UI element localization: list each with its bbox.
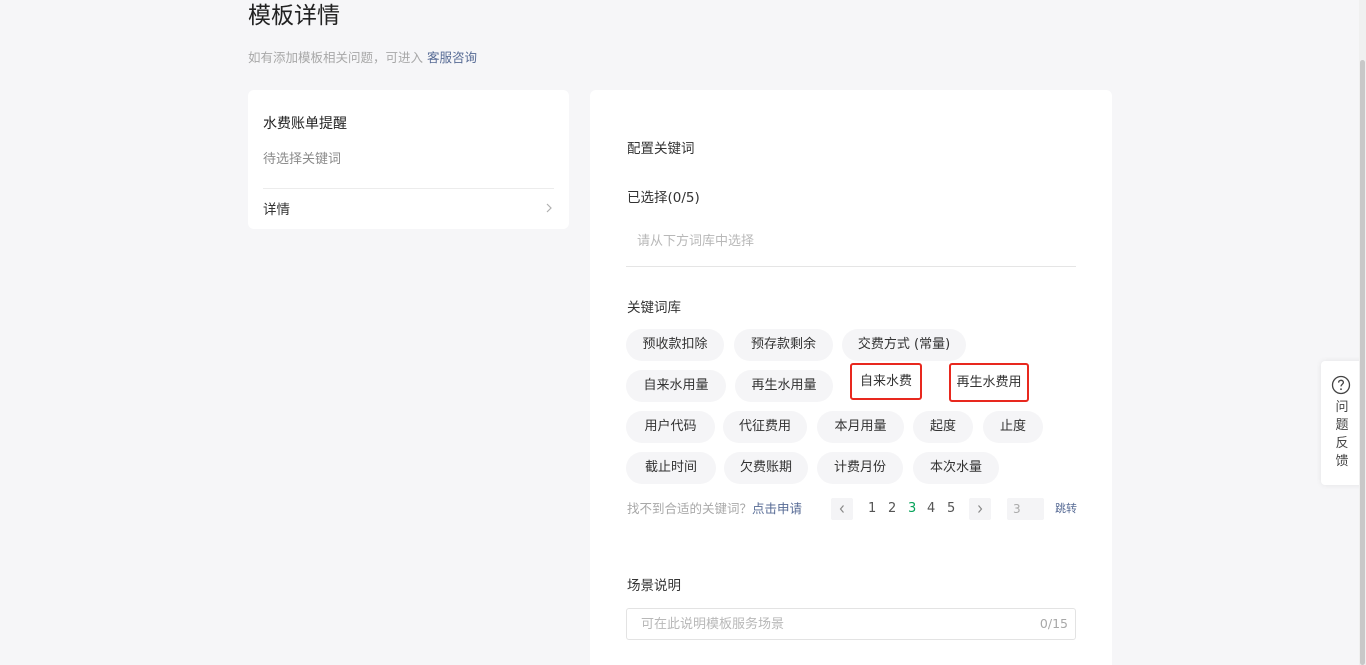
question-circle-icon [1331,375,1351,395]
keyword-chip[interactable]: 再生水用量 [735,370,833,402]
page-number[interactable]: 2 [888,499,896,519]
keyword-chip[interactable]: 自来水用量 [626,370,726,402]
keyword-chip[interactable]: 代征费用 [723,411,807,443]
selected-divider [626,266,1076,267]
detail-label: 详情 [263,202,290,218]
chevron-right-icon [978,505,983,513]
keyword-chip[interactable]: 预存款剩余 [734,329,833,361]
scene-label: 场景说明 [627,578,681,594]
template-name: 水费账单提醒 [263,116,347,132]
template-card: 水费账单提醒 待选择关键词 详情 [248,90,569,229]
keyword-chip-highlighted[interactable]: 自来水费 [850,363,922,400]
page-number[interactable]: 1 [868,499,876,519]
page-hint-text: 如有添加模板相关问题，可进入 [248,50,424,65]
keyword-chip[interactable]: 计费月份 [817,452,903,484]
next-page-button[interactable] [969,498,991,520]
keyword-chip[interactable]: 预收款扣除 [626,329,724,361]
feedback-label: 问题反馈 [1335,400,1349,469]
apply-keyword-link[interactable]: 点击申请 [752,501,802,516]
keyword-chip[interactable]: 止度 [983,411,1043,443]
keyword-chip[interactable]: 本次水量 [913,452,999,484]
scene-input[interactable] [627,609,1027,639]
template-subtitle: 待选择关键词 [263,152,342,167]
no-keyword-hint: 找不到合适的关键词？点击申请 [627,500,802,518]
scrollbar-thumb[interactable] [1360,60,1365,665]
keyword-chip[interactable]: 用户代码 [626,411,715,443]
page-hint: 如有添加模板相关问题，可进入 客服咨询 [248,49,477,67]
keyword-chip-highlighted[interactable]: 再生水费用 [949,363,1029,402]
page-scrollbar[interactable] [1359,0,1366,665]
scene-char-counter: 0/15 [1039,616,1068,631]
config-section-title: 配置关键词 [627,141,695,157]
template-detail-row[interactable]: 详情 [263,196,554,220]
scene-input-box[interactable]: 0/15 [626,608,1076,640]
keyword-config-panel: 配置关键词 已选择(0/5) 请从下方词库中选择 关键词库 预收款扣除 预存款剩… [590,90,1112,665]
no-keyword-text: 找不到合适的关键词？ [627,501,753,516]
keyword-chip[interactable]: 欠费账期 [724,452,808,484]
page-title: 模板详情 [248,3,340,29]
page-number[interactable]: 4 [927,499,935,519]
keyword-chip[interactable]: 截止时间 [626,452,716,484]
page-number-current[interactable]: 3 [908,499,916,519]
page-number[interactable]: 5 [947,499,955,519]
customer-service-link[interactable]: 客服咨询 [427,50,477,65]
keyword-chip[interactable]: 交费方式 (常量) [842,329,966,361]
chevron-left-icon [839,505,844,513]
keyword-chip[interactable]: 起度 [913,411,973,443]
keyword-library-label: 关键词库 [627,300,681,316]
chevron-right-icon [546,203,552,213]
card-divider [263,188,554,189]
prev-page-button[interactable] [831,498,853,520]
keyword-chip[interactable]: 本月用量 [817,411,904,443]
page-jump-button[interactable]: 跳转 [1055,500,1077,518]
selected-keywords-placeholder: 请从下方词库中选择 [637,234,755,249]
selected-count-label: 已选择(0/5) [627,190,700,206]
page-jump-input[interactable] [1007,498,1044,520]
